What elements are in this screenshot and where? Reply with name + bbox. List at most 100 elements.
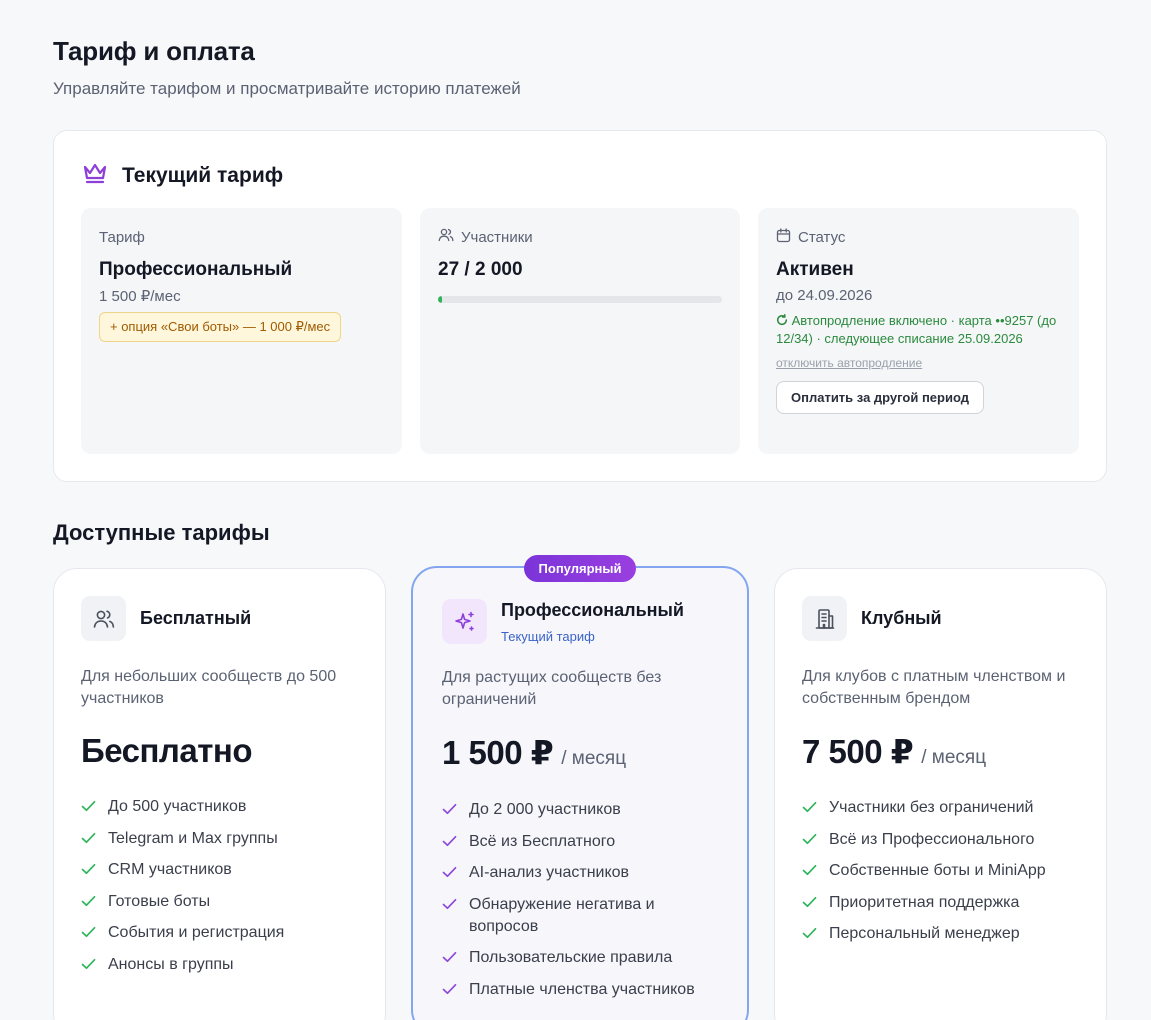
plan-price: 7 500 ₽ / месяц [802,732,1079,771]
feature-text: До 500 участников [108,798,247,815]
plan-card-pro[interactable]: Профессиональный Текущий тариф Для расту… [411,566,749,1020]
feature-text: Всё из Бесплатного [469,832,616,850]
refresh-icon [776,313,792,328]
crown-icon [82,161,108,190]
check-icon [802,927,817,939]
plan-header: Профессиональный Текущий тариф [442,599,718,644]
feature-item: Участники без ограничений [802,797,1079,819]
members-label-row: Участники [438,228,722,246]
feature-text: Telegram и Max группы [108,829,278,847]
feature-item: Готовые боты [81,891,358,913]
check-icon [442,951,457,963]
users-icon [81,596,126,641]
page-title: Тариф и оплата [53,36,255,66]
members-progress-fill [438,296,443,303]
plan-value: Профессиональный [99,259,293,280]
sparkles-icon [442,599,487,644]
feature-text: Обнаружение негатива и вопросов [469,895,655,935]
users-icon [438,228,454,246]
feature-item: Всё из Бесплатного [442,831,718,853]
check-icon [81,926,96,938]
feature-item: Собственные боты и MiniApp [802,860,1079,882]
feature-text: AI-анализ участников [469,864,630,881]
check-icon [81,832,96,843]
status-label-row: Статус [776,227,1061,247]
plan-description: Для растущих сообществ без ограничений [442,669,662,708]
check-icon [81,958,96,969]
feature-item: Пользовательские правила [442,947,718,969]
check-icon [802,864,817,876]
plan-name: Бесплатный [140,608,252,628]
feature-item: CRM участников [81,859,358,881]
pay-other-period-button[interactable]: Оплатить за другой период [776,381,984,414]
check-icon [442,898,457,909]
current-plan-label: Текущий тариф [501,628,595,644]
status-label: Статус [798,228,846,246]
feature-text: Собственные боты и MiniApp [829,862,1046,879]
feature-list: До 2 000 участников Всё из Бесплатного AI-… [442,799,718,1001]
price-amount: 1 500 ₽ [442,734,554,771]
check-icon [81,800,96,812]
status-until: до 24.09.2026 [776,287,873,304]
feature-item: События и регистрация [81,922,358,944]
plan-description: Для небольших сообществ до 500 участнико… [81,668,337,707]
feature-text: Персональный менеджер [829,925,1020,942]
feature-item: До 2 000 участников [442,799,718,821]
members-progress-bar [438,296,722,303]
section-title: Доступные тарифы [53,520,270,545]
price-period: / месяц [561,748,627,769]
plan-price: 1 500 ₽/мес [99,288,181,305]
members-label: Участники [461,228,533,246]
feature-text: Пользовательские правила [469,949,673,966]
members-value: 27 / 2 000 [438,259,523,280]
feature-item: AI-анализ участников [442,862,718,884]
current-plan-title: Текущий тариф [122,163,284,187]
feature-item: Обнаружение негатива и вопросов [442,894,718,938]
feature-item: Анонсы в группы [81,954,358,976]
plan-description: Для клубов с платным членством и собстве… [802,668,1066,707]
feature-item: До 500 участников [81,796,358,818]
feature-text: Анонсы в группы [108,955,234,973]
plan-card-club[interactable]: Клубный Для клубов с платным членством и… [774,568,1107,1020]
plan-header: Бесплатный [81,596,358,641]
plan-price: 1 500 ₽ / месяц [442,733,718,772]
disable-autorenew-link[interactable]: отключить автопродление [776,356,1061,370]
check-icon [442,983,457,994]
check-icon [442,835,457,846]
plan-price: Бесплатно [81,732,358,770]
check-icon [802,896,817,907]
feature-text: Всё из Профессионального [829,830,1035,848]
addon-badge: + опция «Свои боты» — 1 000 ₽/мес [99,312,342,342]
plan-card-free[interactable]: Бесплатный Для небольших сообществ до 50… [53,568,386,1020]
price-amount: Бесплатно [81,732,253,769]
plan-header: Клубный [802,596,1079,641]
check-icon [81,863,96,875]
plan-name: Профессиональный [501,599,684,620]
feature-item: Платные членства участников [442,979,718,1001]
current-plan-header: Текущий тариф [82,161,283,190]
feature-list: Участники без ограничений Всё из Професси… [802,797,1079,945]
feature-text: Участники без ограничений [829,799,1034,816]
check-icon [442,803,457,815]
feature-item: Приоритетная поддержка [802,892,1079,914]
feature-list: До 500 участников Telegram и Max группы CR… [81,796,358,976]
page-subtitle: Управляйте тарифом и просматривайте исто… [53,79,521,98]
feature-text: Платные членства участников [469,980,695,998]
price-period: / месяц [921,747,987,768]
check-icon [802,801,817,813]
price-amount: 7 500 ₽ [802,733,914,770]
status-panel: Статус Активен до 24.09.2026 Автопродлен… [758,208,1079,454]
check-icon [442,866,457,878]
status-value: Активен [776,259,854,280]
autorenew-info: Автопродление включено · карта ••9257 (д… [776,312,1061,348]
building-icon [802,596,847,641]
feature-text: События и регистрация [108,924,285,941]
current-plan-card: Текущий тариф Тариф Профессиональный 1 5… [53,130,1107,482]
feature-text: До 2 000 участников [469,801,621,818]
feature-text: Приоритетная поддержка [829,893,1020,911]
feature-item: Персональный менеджер [802,923,1079,945]
feature-item: Telegram и Max группы [81,828,358,850]
feature-text: Готовые боты [108,892,211,910]
calendar-icon [776,227,791,247]
plan-name: Клубный [861,608,942,628]
